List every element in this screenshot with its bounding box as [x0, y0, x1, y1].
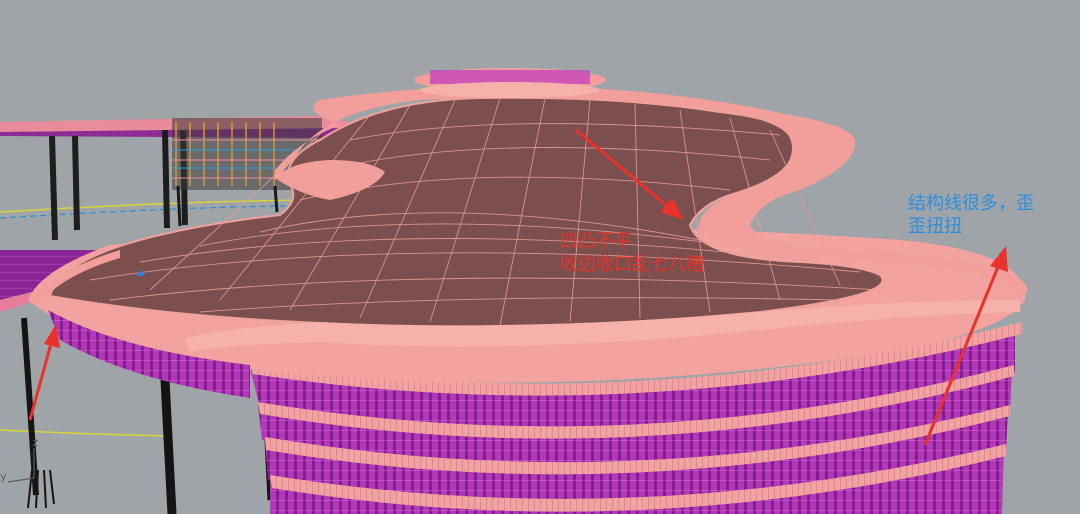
axis-gizmo-icon	[7, 448, 35, 483]
model-viewport[interactable]: 凹凸不平 收边收口乱七八糟 结构线很多，歪 歪扭扭 z y	[0, 0, 1080, 514]
axis-y-label: y	[0, 470, 7, 483]
annotation-uneven-line2: 收边收口乱七八糟	[560, 254, 704, 275]
roof-cap	[414, 68, 606, 98]
annotation-uneven-line1: 凹凸不平	[560, 231, 632, 252]
annotation-structure-line2: 歪扭扭	[908, 216, 962, 237]
axis-z-label: z	[32, 436, 39, 449]
main-columns	[160, 379, 277, 514]
annotation-structure-line1: 结构线很多，歪	[908, 193, 1034, 214]
annotation-uneven: 凹凸不平 收边收口乱七八糟	[560, 230, 704, 276]
annotation-structure-lines: 结构线很多，歪 歪扭扭	[908, 192, 1034, 238]
building-model-render	[0, 68, 1028, 514]
